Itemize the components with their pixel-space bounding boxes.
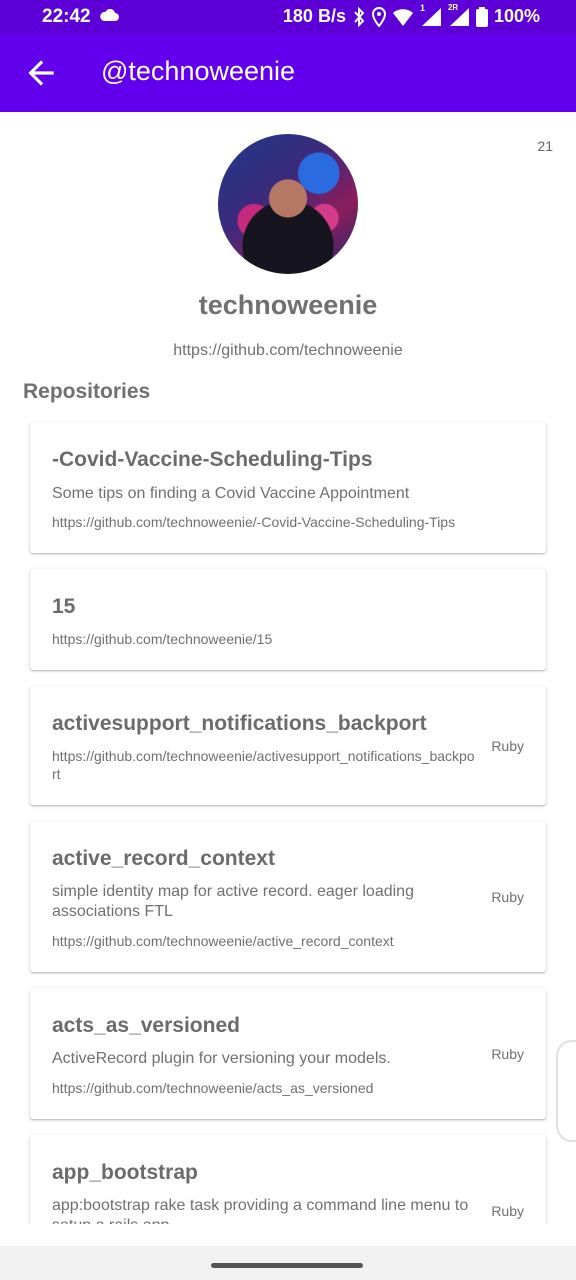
repo-url: https://github.com/technoweenie/acts_as_… [52,1080,374,1096]
repo-url: https://github.com/technoweenie/active_r… [52,933,394,949]
repo-url: https://github.com/technoweenie/15 [52,631,273,647]
sim2-badge: 2R [447,2,459,12]
repo-description: ActiveRecord plugin for versioning your … [52,1050,391,1067]
battery-percent: 100% [493,6,540,26]
repo-language: Ruby [491,1046,524,1062]
bluetooth-icon [352,6,366,27]
status-bar: 22:42 180 B/s 1 2R 100% [0,0,576,34]
repo-name: active_record_context [52,847,275,870]
repo-description: simple identity map for active record. e… [52,883,414,920]
edge-panel-handle[interactable] [556,1040,576,1142]
navigation-bar [0,1246,576,1280]
arrow-back-icon [28,60,54,86]
repo-url: https://github.com/technoweenie/activesu… [52,748,475,782]
repo-name: acts_as_versioned [52,1014,240,1037]
home-gesture-pill[interactable] [211,1263,363,1268]
repositories-title: Repositories [23,380,151,403]
profile-url[interactable]: https://github.com/technoweenie [0,342,576,360]
back-button[interactable] [22,54,60,92]
repo-card[interactable]: acts_as_versioned ActiveRecord plugin fo… [30,988,546,1119]
repo-card[interactable]: app_bootstrap app:bootstrap rake task pr… [30,1135,546,1224]
battery-icon [475,6,488,27]
repo-url: https://github.com/technoweenie/-Covid-V… [52,514,456,530]
repo-language: Ruby [491,1203,524,1219]
wifi-icon [392,7,414,27]
sim1-badge: 1 [419,2,425,13]
profile-name: technoweenie [198,290,378,320]
cloud-icon [99,8,119,27]
network-speed: 180 B/s [282,6,346,26]
repo-description: Some tips on finding a Covid Vaccine App… [52,485,410,502]
repo-card[interactable]: -Covid-Vaccine-Scheduling-Tips Some tips… [30,422,546,553]
repo-language: Ruby [491,738,524,754]
repo-name: app_bootstrap [52,1161,198,1184]
repo-language: Ruby [491,889,524,905]
repo-card[interactable]: 15 https://github.com/technoweenie/15 [30,569,546,670]
status-time: 22:42 [42,6,91,27]
signal-icon-sim2: 2R [448,3,470,27]
repo-name: -Covid-Vaccine-Scheduling-Tips [52,448,373,471]
page-title: @technoweenie [101,56,296,86]
status-left: 22:42 [42,6,119,28]
status-right: 180 B/s 1 2R 100% [282,3,540,27]
content-scroll[interactable]: 21 technoweenie https://github.com/techn… [0,112,576,1224]
repo-name: activesupport_notifications_backport [52,712,427,735]
signal-icon-sim1: 1 [420,3,442,27]
location-icon [371,6,386,27]
repo-name: 15 [52,595,76,618]
avatar [218,134,358,274]
profile-counter: 21 [537,138,553,154]
repo-description: app:bootstrap rake task providing a comm… [52,1197,469,1224]
repo-card[interactable]: active_record_context simple identity ma… [30,821,546,972]
repo-card[interactable]: activesupport_notifications_backport htt… [30,686,546,805]
app-bar: @technoweenie [0,34,576,112]
